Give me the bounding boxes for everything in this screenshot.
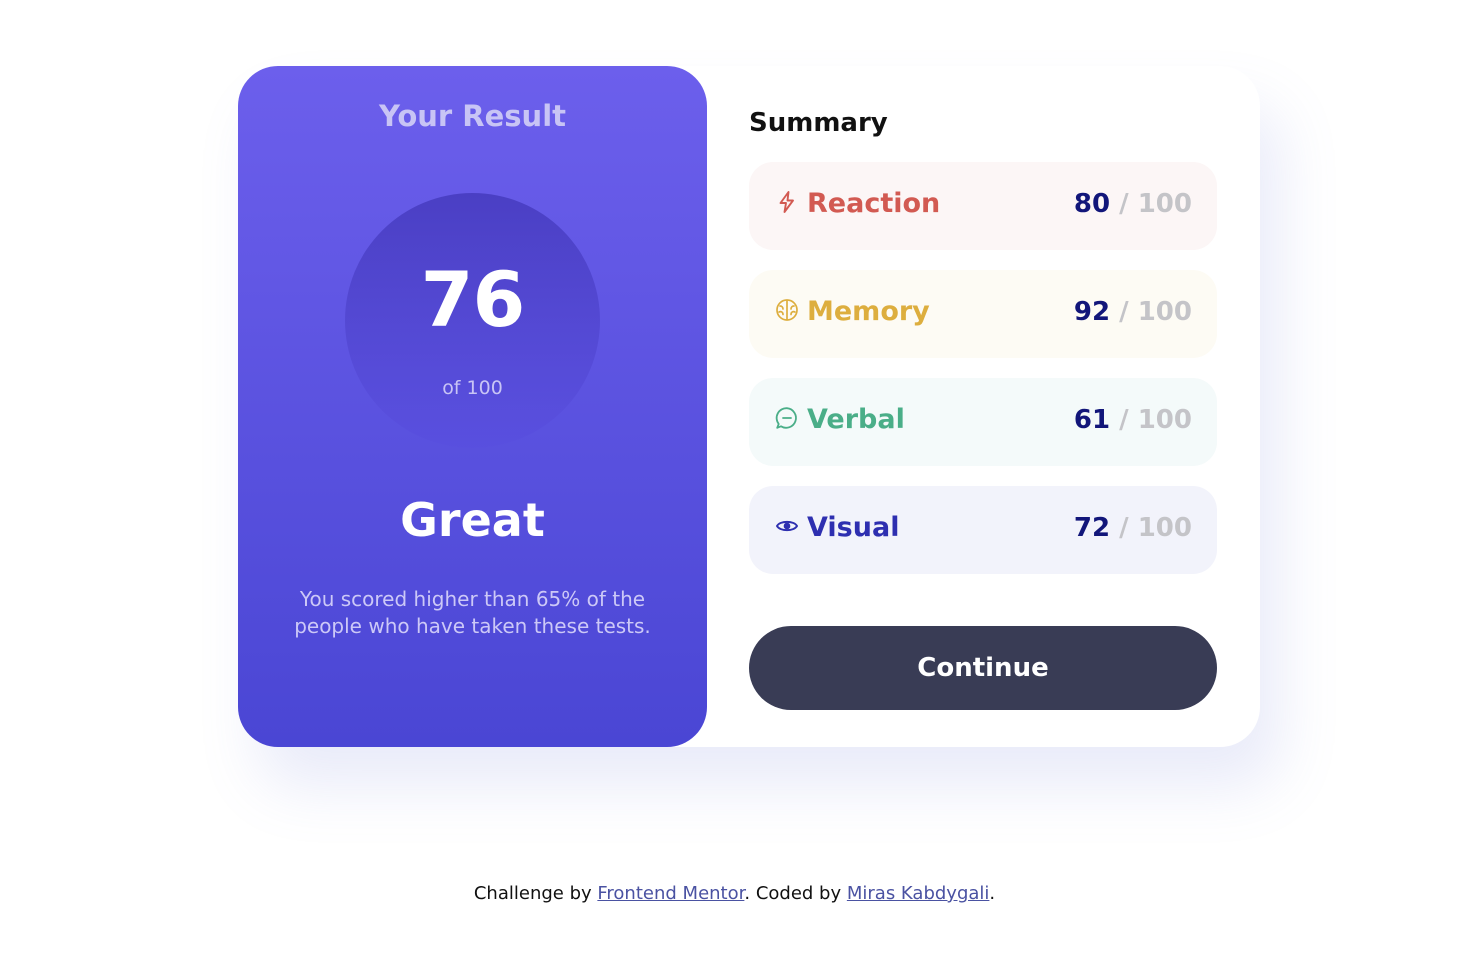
lightning-icon xyxy=(775,190,799,214)
summary-item-label: Visual xyxy=(807,512,900,543)
attribution-suffix: . xyxy=(989,883,996,904)
summary-title: Summary xyxy=(749,108,888,138)
score-max: 100 xyxy=(1137,513,1192,543)
score-value: 72 xyxy=(1073,513,1111,543)
score-value: 92 xyxy=(1073,297,1111,327)
summary-item-score: 72 / 100 xyxy=(1074,513,1192,543)
attribution-footer: Challenge by Frontend Mentor. Coded by M… xyxy=(0,883,1469,904)
score-separator: / xyxy=(1119,189,1129,219)
score-max-label: of 100 xyxy=(442,377,503,399)
author-link[interactable]: Miras Kabdygali xyxy=(847,883,990,904)
summary-item-memory: Memory 92 / 100 xyxy=(749,270,1217,358)
attribution-middle: . Coded by xyxy=(744,883,847,904)
score-value: 80 xyxy=(1073,189,1111,219)
results-card: Your Result 76 of 100 Great You scored h… xyxy=(238,66,1260,747)
score-separator: / xyxy=(1119,405,1129,435)
score-circle: 76 of 100 xyxy=(345,193,600,448)
score-value: 61 xyxy=(1073,405,1111,435)
summary-item-score: 92 / 100 xyxy=(1074,297,1192,327)
summary-item-score: 80 / 100 xyxy=(1074,189,1192,219)
summary-item-verbal: Verbal 61 / 100 xyxy=(749,378,1217,466)
score-separator: / xyxy=(1119,513,1129,543)
summary-item-label: Memory xyxy=(807,296,930,327)
eye-icon xyxy=(775,514,799,538)
frontend-mentor-link[interactable]: Frontend Mentor xyxy=(597,883,744,904)
rating-label: Great xyxy=(400,493,545,547)
attribution-prefix: Challenge by xyxy=(473,883,598,904)
score-max: 100 xyxy=(1137,297,1192,327)
result-description: You scored higher than 65% of the people… xyxy=(294,587,651,638)
speech-bubble-icon xyxy=(775,406,799,430)
result-title: Your Result xyxy=(378,99,566,133)
summary-item-score: 61 / 100 xyxy=(1074,405,1192,435)
summary-item-label: Reaction xyxy=(807,188,941,219)
summary-item-visual: Visual 72 / 100 xyxy=(749,486,1217,574)
summary-item-reaction: Reaction 80 / 100 xyxy=(749,162,1217,250)
summary-panel: Summary Reaction 80 / 100 Memory 92 / 10… xyxy=(749,66,1217,747)
score-max: 100 xyxy=(1137,189,1192,219)
score-max: 100 xyxy=(1137,405,1192,435)
continue-button[interactable]: Continue xyxy=(749,626,1217,710)
score-value: 76 xyxy=(420,255,526,344)
score-separator: / xyxy=(1119,297,1129,327)
brain-icon xyxy=(775,298,799,322)
result-panel: Your Result 76 of 100 Great You scored h… xyxy=(238,66,707,747)
summary-item-label: Verbal xyxy=(807,404,905,435)
